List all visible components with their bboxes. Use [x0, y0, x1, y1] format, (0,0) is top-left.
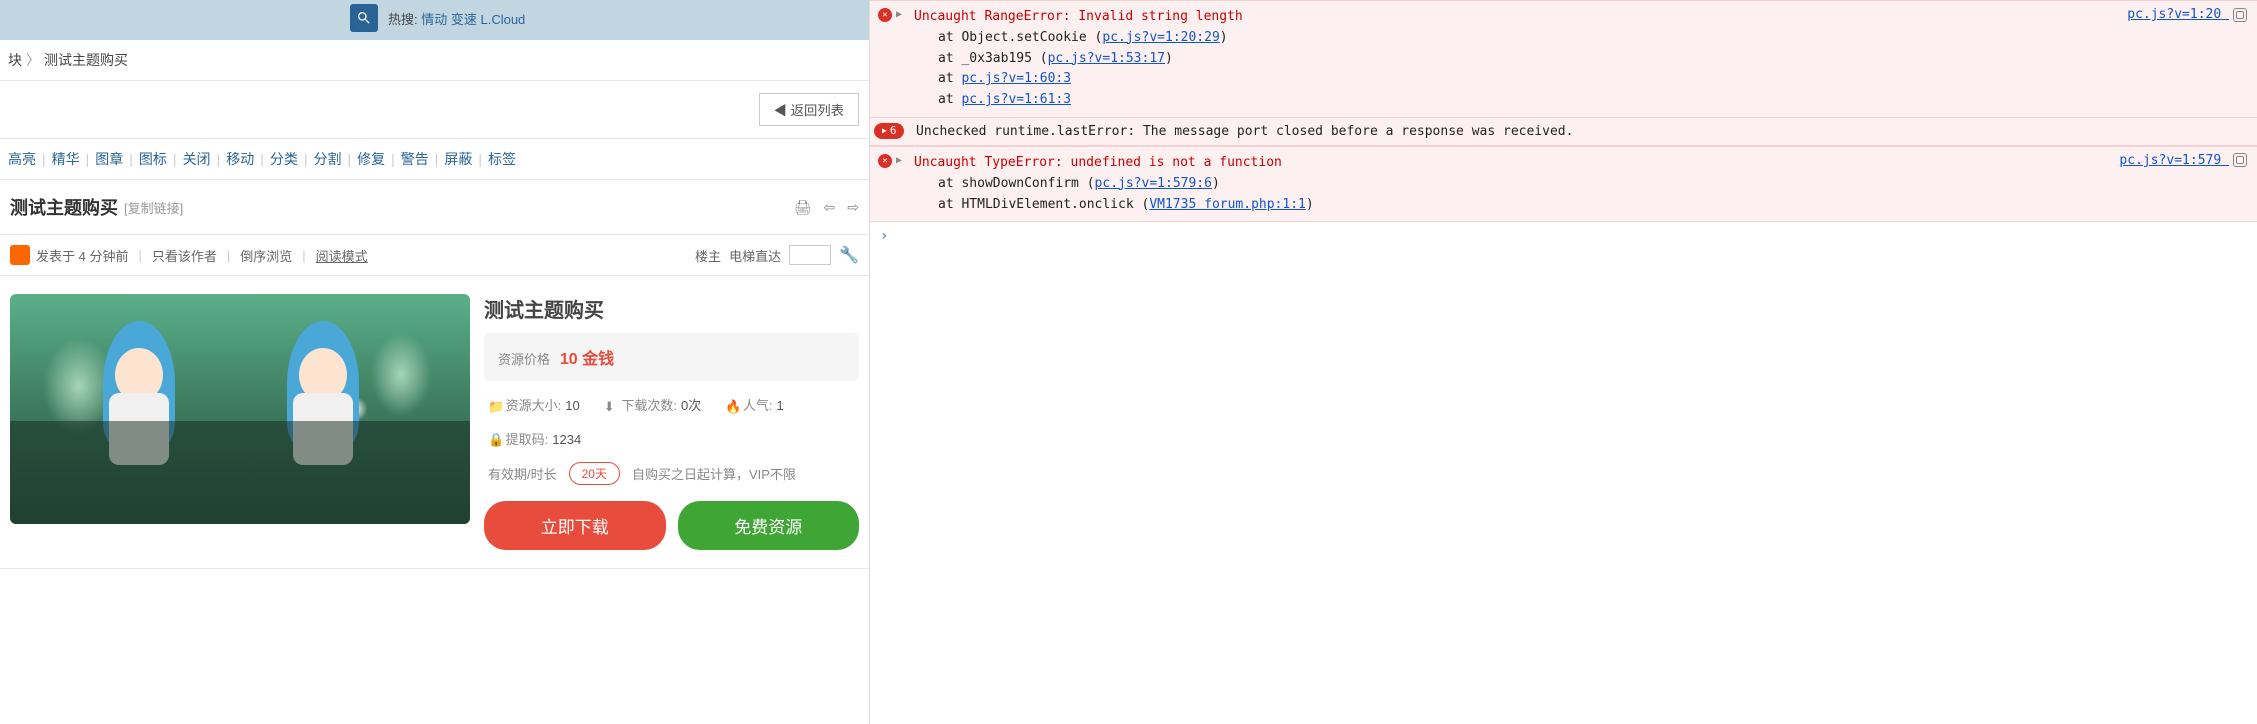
error-icon	[878, 154, 892, 168]
read-mode-link[interactable]: 阅读模式	[316, 246, 368, 265]
stack-link[interactable]: VM1735 forum.php:1:1	[1149, 197, 1306, 212]
error-icon	[878, 8, 892, 22]
extract-code-row: 🔒 提取码:1234	[484, 429, 859, 449]
back-to-list-button[interactable]: ◀ 返回列表	[759, 93, 859, 126]
lock-icon: 🔒	[488, 432, 502, 448]
reverse-order-link[interactable]: 倒序浏览	[240, 246, 292, 265]
breadcrumb-item[interactable]: 块	[8, 52, 22, 68]
breadcrumb-item[interactable]: 测试主题购买	[44, 52, 128, 68]
post-content: 测试主题购买 资源价格 10 金钱 📁 资源大小:10 ⬇ 下载次数:0次 🔥 …	[0, 276, 869, 569]
floor-label: 楼主	[695, 246, 721, 265]
expand-icon[interactable]: ▶	[896, 155, 902, 166]
title-actions: 🖨 ⇦ ⇨	[794, 199, 859, 216]
only-author-link[interactable]: 只看该作者	[152, 246, 217, 265]
folder-icon: 📁	[488, 399, 502, 415]
expand-icon[interactable]: ▶	[896, 9, 902, 20]
free-resource-button[interactable]: 免费资源	[678, 501, 860, 550]
elevator-label: 电梯直达	[729, 246, 781, 265]
stack-link[interactable]: pc.js?v=1:60:3	[961, 71, 1071, 86]
admin-action-link[interactable]: 精华	[52, 151, 80, 167]
console-error-grouped[interactable]: 6 Unchecked runtime.lastError: The messa…	[870, 118, 2257, 146]
download-now-button[interactable]: 立即下载	[484, 501, 666, 550]
stack-frame: at HTMLDivElement.onclick (VM1735 forum.…	[914, 195, 2247, 216]
admin-action-link[interactable]: 分割	[313, 151, 341, 167]
thread-title: 测试主题购买	[10, 194, 118, 220]
stack-link[interactable]: pc.js?v=1:61:3	[961, 92, 1071, 107]
search-icon	[356, 10, 372, 26]
error-message: Uncaught RangeError: Invalid string leng…	[914, 7, 2247, 28]
resource-title: 测试主题购买	[484, 294, 859, 323]
error-message: Uncaught TypeError: undefined is not a f…	[914, 153, 2247, 174]
stack-frame: at showDownConfirm (pc.js?v=1:579:6)	[914, 174, 2247, 195]
admin-action-link[interactable]: 标签	[488, 151, 516, 167]
admin-action-link[interactable]: 修复	[357, 151, 385, 167]
stack-frame: at pc.js?v=1:60:3	[914, 69, 2247, 90]
next-icon[interactable]: ⇨	[847, 199, 859, 216]
post-time: 发表于 4 分钟前	[36, 246, 128, 265]
avatar[interactable]	[10, 245, 30, 265]
price-label: 资源价格	[498, 352, 550, 367]
forum-page: 热搜: 情动 变速 L.Cloud 块〉测试主题购买 ◀ 返回列表 高亮|精华|…	[0, 0, 870, 724]
source-icon	[2233, 153, 2247, 167]
admin-action-bar: 高亮|精华|图章|图标|关闭|移动|分类|分割|修复|警告|屏蔽|标签	[0, 139, 869, 180]
devtools-console: ▶ pc.js?v=1:20 Uncaught RangeError: Inva…	[870, 0, 2257, 724]
resource-info: 测试主题购买 资源价格 10 金钱 📁 资源大小:10 ⬇ 下载次数:0次 🔥 …	[484, 294, 859, 550]
settings-icon[interactable]: 🔧	[839, 245, 859, 265]
breadcrumb: 块〉测试主题购买	[0, 40, 869, 81]
action-buttons: 立即下载 免费资源	[484, 501, 859, 550]
search-button[interactable]	[350, 4, 378, 32]
validity-label: 有效期/时长	[488, 464, 557, 483]
validity-note: 自购买之日起计算，VIP不限	[632, 464, 796, 483]
stack-frame: at _0x3ab195 (pc.js?v=1:53:17)	[914, 49, 2247, 70]
stack-link[interactable]: pc.js?v=1:20:29	[1102, 30, 1219, 45]
admin-action-link[interactable]: 移动	[226, 151, 254, 167]
download-icon: ⬇	[604, 399, 618, 415]
hot-search-label: 热搜: 情动 变速 L.Cloud	[388, 9, 525, 28]
resource-meta-row: 📁 资源大小:10 ⬇ 下载次数:0次 🔥 人气:1	[484, 395, 859, 415]
search-bar: 热搜: 情动 变速 L.Cloud	[0, 0, 869, 40]
console-prompt[interactable]: ›	[870, 222, 2257, 250]
stack-link[interactable]: pc.js?v=1:579:6	[1095, 176, 1212, 191]
admin-action-link[interactable]: 分类	[270, 151, 298, 167]
fire-icon: 🔥	[725, 399, 739, 415]
resource-thumbnail	[10, 294, 470, 524]
admin-action-link[interactable]: 图标	[139, 151, 167, 167]
prev-icon[interactable]: ⇦	[824, 199, 836, 216]
validity-pill: 20天	[569, 462, 620, 485]
copy-link[interactable]: [复制链接]	[124, 198, 183, 217]
stack-link[interactable]: pc.js?v=1:53:17	[1048, 51, 1165, 66]
stack-frame: at pc.js?v=1:61:3	[914, 90, 2247, 111]
error-source-link[interactable]: pc.js?v=1:20	[2127, 7, 2247, 22]
source-icon	[2233, 8, 2247, 22]
stack-frame: at Object.setCookie (pc.js?v=1:20:29)	[914, 28, 2247, 49]
print-icon[interactable]: 🖨	[794, 199, 812, 216]
post-meta-bar: 发表于 4 分钟前 | 只看该作者 | 倒序浏览 | 阅读模式 楼主 电梯直达 …	[0, 235, 869, 276]
validity-row: 有效期/时长 20天 自购买之日起计算，VIP不限	[484, 462, 859, 485]
admin-action-link[interactable]: 警告	[401, 151, 429, 167]
admin-action-link[interactable]: 屏蔽	[444, 151, 472, 167]
console-error[interactable]: ▶ pc.js?v=1:579 Uncaught TypeError: unde…	[870, 146, 2257, 222]
price-box: 资源价格 10 金钱	[484, 333, 859, 381]
admin-action-link[interactable]: 高亮	[8, 151, 36, 167]
admin-action-link[interactable]: 关闭	[183, 151, 211, 167]
price-value: 10 金钱	[560, 351, 614, 368]
admin-action-link[interactable]: 图章	[95, 151, 123, 167]
error-source-link[interactable]: pc.js?v=1:579	[2119, 153, 2247, 168]
thread-title-row: 测试主题购买 [复制链接] 🖨 ⇦ ⇨	[0, 180, 869, 235]
error-count-badge[interactable]: 6	[874, 123, 904, 139]
back-row: ◀ 返回列表	[0, 81, 869, 139]
elevator-input[interactable]	[789, 245, 831, 265]
error-message: Unchecked runtime.lastError: The message…	[916, 124, 1573, 139]
console-error[interactable]: ▶ pc.js?v=1:20 Uncaught RangeError: Inva…	[870, 0, 2257, 118]
